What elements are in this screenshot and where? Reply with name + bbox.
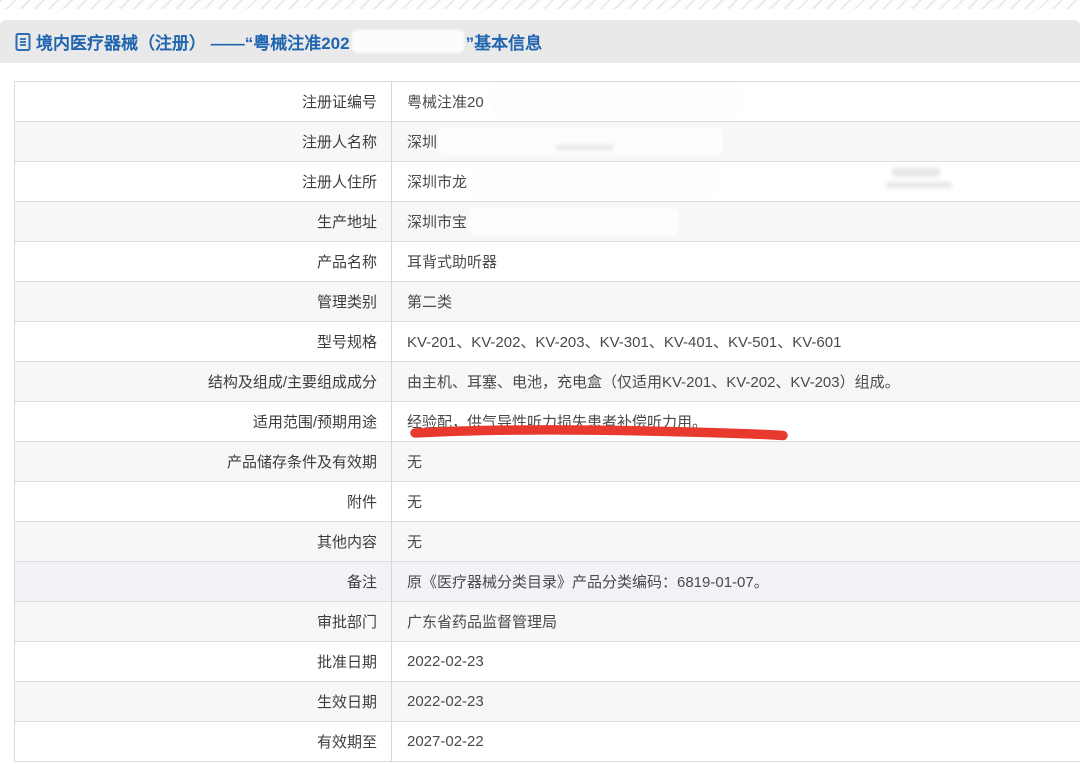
row-label: 备注 — [15, 562, 392, 601]
table-row: 产品名称 耳背式助听器 — [15, 242, 1080, 282]
row-value: 2022-02-23 — [392, 682, 1080, 721]
row-value: 由主机、耳塞、电池，充电盒（仅适用KV-201、KV-202、KV-203）组成… — [392, 362, 1080, 401]
row-label: 附件 — [15, 482, 392, 521]
row-label: 生效日期 — [15, 682, 392, 721]
table-row: 注册人名称 深圳 — [15, 122, 1080, 162]
row-value-text: 深圳市宝 — [407, 211, 467, 232]
row-value-text: 无 — [407, 491, 422, 512]
table-row: 生效日期 2022-02-23 — [15, 682, 1080, 722]
row-value: 广东省药品监督管理局 — [392, 602, 1080, 641]
row-label: 结构及组成/主要组成成分 — [15, 362, 392, 401]
row-value: 深圳市宝 — [392, 202, 1080, 241]
redaction-patch — [352, 30, 464, 53]
decorative-hatch-strip — [0, 0, 1080, 9]
row-label: 注册人住所 — [15, 162, 392, 201]
row-value-text: KV-201、KV-202、KV-203、KV-301、KV-401、KV-50… — [407, 331, 841, 352]
row-value: 无 — [392, 522, 1080, 561]
row-label: 注册人名称 — [15, 122, 392, 161]
table-row: 备注 原《医疗器械分类目录》产品分类编码：6819-01-07。 — [15, 562, 1080, 602]
redaction-ghost — [556, 145, 614, 150]
redaction-patch — [469, 168, 719, 195]
redaction-ghost — [886, 182, 952, 188]
row-value: 2022-02-23 — [392, 642, 1080, 681]
table-row: 产品储存条件及有效期 无 — [15, 442, 1080, 482]
row-value-text: 深圳市龙 — [407, 171, 467, 192]
row-label: 产品名称 — [15, 242, 392, 281]
row-value: 无 — [392, 482, 1080, 521]
row-value-text: 2022-02-23 — [407, 693, 484, 710]
table-row: 其他内容 无 — [15, 522, 1080, 562]
table-row: 有效期至 2027-02-22 — [15, 722, 1080, 762]
row-value-text: 2022-02-23 — [407, 653, 484, 670]
row-label: 注册证编号 — [15, 82, 392, 121]
registration-info-table: 注册证编号 粤械注准20 注册人名称 深圳 注册人住所 深圳市龙 生产地址 深圳… — [14, 81, 1080, 762]
row-label: 产品储存条件及有效期 — [15, 442, 392, 481]
row-label: 审批部门 — [15, 602, 392, 641]
row-value: 经验配，供气导性听力损失患者补偿听力用。 — [392, 402, 1080, 441]
row-value: 耳背式助听器 — [392, 242, 1080, 281]
row-value: 2027-02-22 — [392, 722, 1080, 761]
row-label: 型号规格 — [15, 322, 392, 361]
redaction-patch — [492, 88, 742, 115]
row-value-text: 由主机、耳塞、电池，充电盒（仅适用KV-201、KV-202、KV-203）组成… — [407, 371, 900, 392]
row-value: 深圳 — [392, 122, 1080, 161]
table-row: 批准日期 2022-02-23 — [15, 642, 1080, 682]
redaction-patch — [469, 208, 679, 235]
row-value-text: 无 — [407, 531, 422, 552]
row-value-text: 深圳 — [407, 131, 437, 152]
row-label: 有效期至 — [15, 722, 392, 761]
row-value-text: 2027-02-22 — [407, 733, 484, 750]
row-label: 适用范围/预期用途 — [15, 402, 392, 441]
page-title-prefix: 境内医疗器械（注册） ——“粤械注准202 — [36, 29, 350, 54]
row-value-text: 粤械注准20 — [407, 91, 484, 112]
row-label: 生产地址 — [15, 202, 392, 241]
row-value: 第二类 — [392, 282, 1080, 321]
row-value-text: 经验配，供气导性听力损失患者补偿听力用。 — [407, 411, 707, 432]
table-row: 附件 无 — [15, 482, 1080, 522]
row-label: 管理类别 — [15, 282, 392, 321]
row-value: KV-201、KV-202、KV-203、KV-301、KV-401、KV-50… — [392, 322, 1080, 361]
row-label: 批准日期 — [15, 642, 392, 681]
table-row: 管理类别 第二类 — [15, 282, 1080, 322]
row-value-text: 原《医疗器械分类目录》产品分类编码：6819-01-07。 — [407, 571, 769, 592]
table-row: 结构及组成/主要组成成分 由主机、耳塞、电池，充电盒（仅适用KV-201、KV-… — [15, 362, 1080, 402]
redaction-ghost — [892, 168, 940, 177]
table-row: 型号规格 KV-201、KV-202、KV-203、KV-301、KV-401、… — [15, 322, 1080, 362]
row-value-text: 耳背式助听器 — [407, 251, 497, 272]
table-row: 注册证编号 粤械注准20 — [15, 82, 1080, 122]
redaction-patch — [438, 128, 723, 155]
table-row: 审批部门 广东省药品监督管理局 — [15, 602, 1080, 642]
row-value: 粤械注准20 — [392, 82, 1080, 121]
row-value-text: 广东省药品监督管理局 — [407, 611, 557, 632]
page: 境内医疗器械（注册） ——“粤械注准202 ”基本信息 注册证编号 粤械注准20 … — [0, 0, 1080, 764]
page-title-suffix: ”基本信息 — [466, 29, 543, 54]
row-value: 无 — [392, 442, 1080, 481]
row-value-text: 第二类 — [407, 291, 452, 312]
section-header: 境内医疗器械（注册） ——“粤械注准202 ”基本信息 — [0, 20, 1080, 63]
row-value: 原《医疗器械分类目录》产品分类编码：6819-01-07。 — [392, 562, 1080, 601]
row-value: 深圳市龙 — [392, 162, 1080, 201]
table-row: 适用范围/预期用途 经验配，供气导性听力损失患者补偿听力用。 — [15, 402, 1080, 442]
page-title: 境内医疗器械（注册） ——“粤械注准202 ”基本信息 — [36, 29, 542, 54]
document-icon — [14, 32, 32, 52]
table-row: 生产地址 深圳市宝 — [15, 202, 1080, 242]
row-label: 其他内容 — [15, 522, 392, 561]
row-value-text: 无 — [407, 451, 422, 472]
table-row: 注册人住所 深圳市龙 — [15, 162, 1080, 202]
